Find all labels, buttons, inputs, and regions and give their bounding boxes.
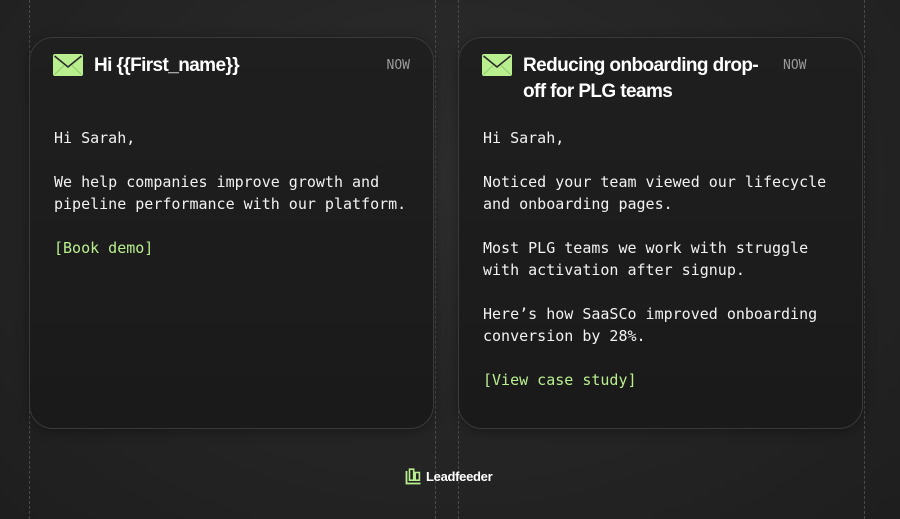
email-card-personalized[interactable]: Reducing onboarding drop-off for PLG tea… bbox=[458, 37, 863, 429]
email-paragraph: Here’s how SaaSCo improved onboarding co… bbox=[483, 305, 818, 345]
email-timestamp: NOW bbox=[783, 58, 807, 73]
brand-name: Leadfeeder bbox=[426, 468, 493, 484]
email-subject: Hi {{First_name}} bbox=[94, 55, 240, 76]
email-card-header: Reducing onboarding drop-off for PLG tea… bbox=[482, 53, 839, 105]
guide-line bbox=[864, 0, 865, 519]
email-paragraph: Most PLG teams we work with struggle wit… bbox=[483, 239, 809, 279]
email-body: Hi Sarah, Noticed your team viewed our l… bbox=[483, 127, 842, 413]
email-paragraph: We help companies improve growth and pip… bbox=[54, 173, 407, 213]
email-card-header: Hi {{First_name}} NOW bbox=[53, 53, 410, 79]
leadfeeder-logo-icon bbox=[405, 467, 422, 485]
email-card-generic[interactable]: Hi {{First_name}} NOW Hi Sarah, We help … bbox=[29, 37, 434, 429]
email-body: Hi Sarah, We help companies improve grow… bbox=[54, 127, 413, 281]
book-demo-link[interactable]: [Book demo] bbox=[54, 237, 413, 259]
email-paragraph: Hi Sarah, bbox=[54, 129, 136, 147]
email-paragraph: Hi Sarah, bbox=[483, 129, 565, 147]
email-paragraph: Noticed your team viewed our lifecycle a… bbox=[483, 173, 827, 213]
view-case-study-link[interactable]: [View case study] bbox=[483, 369, 842, 391]
brand-logo: Leadfeeder bbox=[405, 466, 493, 486]
email-timestamp: NOW bbox=[386, 58, 410, 73]
email-subject: Reducing onboarding drop-off for PLG tea… bbox=[523, 55, 759, 102]
envelope-icon bbox=[482, 54, 512, 76]
guide-line bbox=[435, 0, 436, 519]
envelope-icon bbox=[53, 54, 83, 76]
